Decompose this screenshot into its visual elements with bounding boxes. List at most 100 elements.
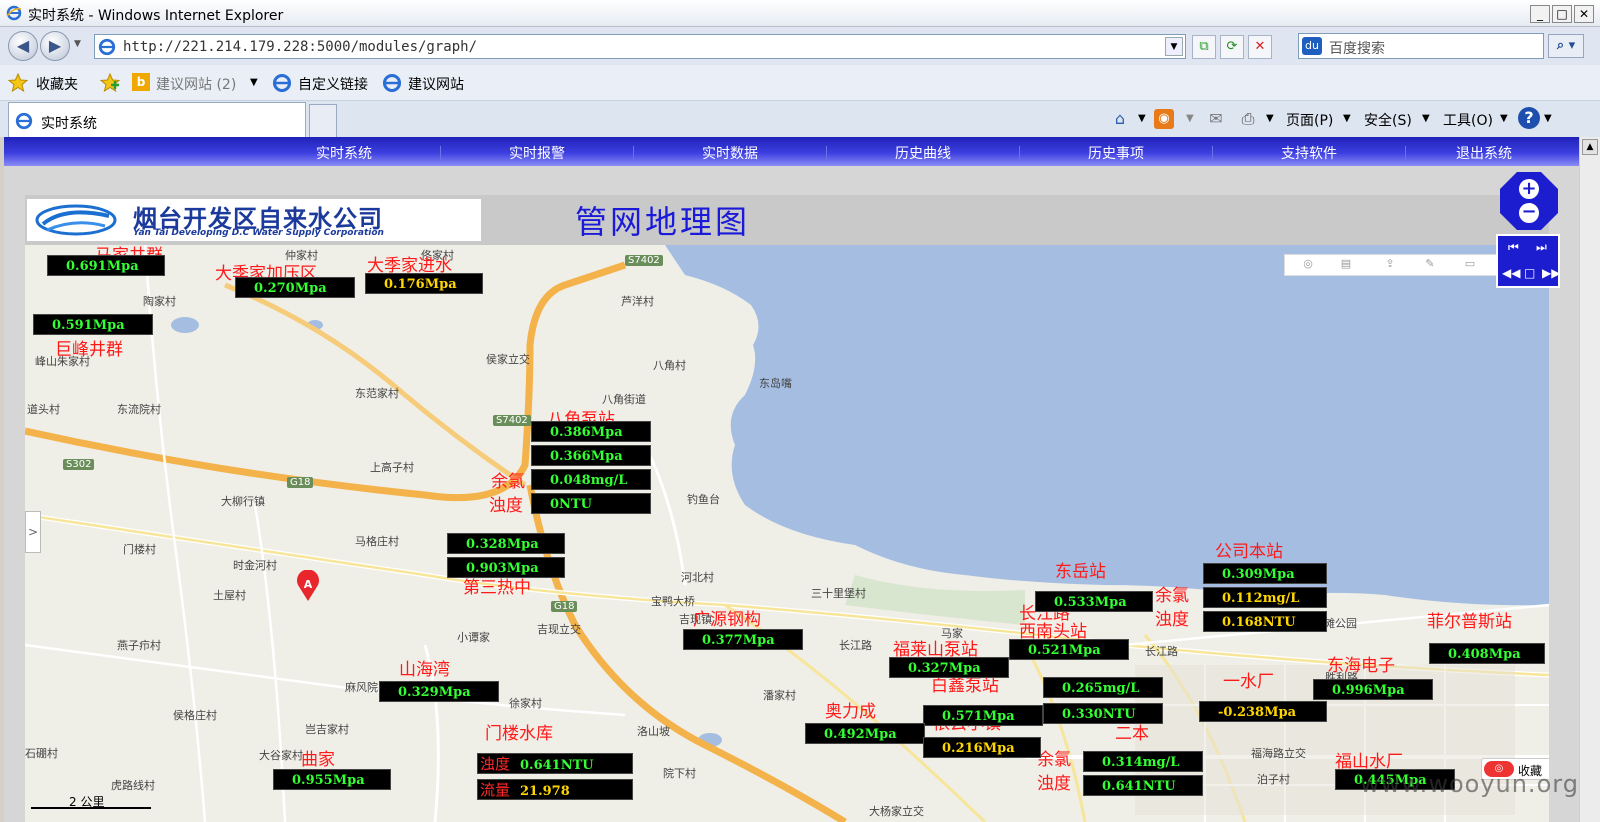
nav-history-events[interactable]: 历史事项	[1020, 143, 1212, 163]
station-readout[interactable]: 0NTU	[531, 493, 651, 514]
search-button[interactable]: ⌕ ▾	[1548, 34, 1584, 58]
reservoir-turbidity-readout[interactable]: 浊度 0.641NTU	[477, 753, 633, 774]
nav-realtime-system[interactable]: 实时系统	[248, 143, 440, 163]
search-input[interactable]: du 百度搜索	[1298, 33, 1544, 59]
stop-icon[interactable]: ✕	[1248, 35, 1272, 59]
map-search-icon[interactable]: ◎	[1299, 257, 1317, 273]
help-icon[interactable]: ?	[1518, 107, 1540, 129]
stop-square-icon[interactable]: □	[1524, 266, 1535, 280]
station-readout[interactable]: 0.591Mpa	[33, 314, 153, 335]
station-readout[interactable]: 0.641NTU	[1083, 775, 1203, 796]
step-back-icon[interactable]: ◀◀	[1502, 266, 1520, 280]
station-readout[interactable]: 0.327Mpa	[889, 657, 1009, 678]
station-label-donghaidianzi[interactable]: 东海电子	[1327, 657, 1395, 675]
station-label-jufengjingqun[interactable]: 巨峰井群	[55, 341, 123, 359]
station-readout[interactable]: 0.330NTU	[1043, 703, 1163, 724]
url-text[interactable]: http://221.214.179.228:5000/modules/grap…	[123, 39, 477, 55]
station-readout[interactable]: 0.168NTU	[1203, 611, 1327, 632]
station-readout[interactable]: 0.265mg/L	[1043, 677, 1163, 698]
map-print-icon[interactable]: ▭	[1461, 257, 1479, 273]
station-label-yishuichang[interactable]: 一水厂	[1223, 673, 1274, 691]
new-tab-button[interactable]	[309, 104, 337, 137]
zoom-in-button[interactable]: +	[1518, 178, 1540, 200]
station-label-zhuodu1[interactable]: 浊度	[489, 497, 523, 515]
station-readout[interactable]: 0.329Mpa	[379, 681, 499, 702]
feeds-icon[interactable]: ◉	[1154, 109, 1174, 129]
print-dropdown-icon[interactable]: ▼	[1266, 113, 1274, 124]
station-readout[interactable]: 0.386Mpa	[531, 421, 651, 442]
address-bar[interactable]: http://221.214.179.228:5000/modules/grap…	[94, 34, 1186, 59]
tools-menu[interactable]: 工具(O)	[1443, 110, 1493, 130]
station-label-zhuodu3[interactable]: 浊度	[1037, 775, 1071, 793]
station-label-dongyuezhan[interactable]: 东岳站	[1055, 563, 1106, 581]
nav-realtime-alarm[interactable]: 实时报警	[441, 143, 633, 163]
station-label-disanrezhong[interactable]: 第三热中	[463, 579, 531, 597]
station-readout[interactable]: 0.903Mpa	[447, 557, 565, 578]
expand-panel-button[interactable]: >	[25, 511, 41, 553]
station-label-aolicheng[interactable]: 奥力成	[825, 703, 876, 721]
history-dropdown-icon[interactable]: ▼	[74, 39, 81, 49]
home-icon[interactable]: ⌂	[1108, 107, 1132, 131]
first-frame-icon[interactable]: ⏮	[1508, 240, 1519, 255]
station-label-zhuodu2[interactable]: 浊度	[1155, 611, 1189, 629]
station-label-dongyuanbengzhan[interactable]: 白鑫泵站	[931, 677, 999, 695]
help-dropdown-icon[interactable]: ▼	[1544, 113, 1552, 124]
station-label-guangyuangangguo[interactable]: 广源钢构	[693, 611, 761, 629]
scroll-up-icon[interactable]: ▲	[1582, 139, 1598, 155]
station-label-yulv3[interactable]: 余氯	[1037, 751, 1071, 769]
refresh-icon[interactable]: ⟳	[1220, 35, 1244, 59]
map-measure-icon[interactable]: ✎	[1421, 257, 1439, 273]
station-readout[interactable]: 0.216Mpa	[923, 737, 1041, 758]
nav-realtime-data[interactable]: 实时数据	[634, 143, 826, 163]
nav-logout[interactable]: 退出系统	[1388, 143, 1580, 163]
mail-icon[interactable]: ✉	[1204, 107, 1228, 131]
station-readout[interactable]: 0.571Mpa	[923, 705, 1043, 726]
feeds-dropdown-icon[interactable]: ▼	[1186, 113, 1194, 124]
close-window-button[interactable]: ✕	[1574, 5, 1594, 23]
map-layer-icon[interactable]: ▤	[1337, 257, 1355, 273]
nav-history-curve[interactable]: 历史曲线	[827, 143, 1019, 163]
station-readout[interactable]: 0.377Mpa	[683, 629, 803, 650]
reservoir-flow-readout[interactable]: 流量 21.978	[477, 779, 633, 800]
station-readout[interactable]: 0.691Mpa	[47, 255, 165, 276]
station-readout[interactable]: 0.955Mpa	[273, 769, 391, 790]
station-readout[interactable]: 0.176Mpa	[365, 273, 483, 294]
station-readout[interactable]: 0.533Mpa	[1035, 591, 1153, 612]
station-readout[interactable]: -0.238Mpa	[1199, 701, 1327, 722]
station-readout[interactable]: 0.048mg/L	[531, 469, 651, 490]
station-readout[interactable]: 0.408Mpa	[1429, 643, 1545, 664]
zoom-out-button[interactable]: −	[1518, 202, 1540, 224]
minimize-button[interactable]: _	[1530, 5, 1550, 23]
station-readout[interactable]: 0.309Mpa	[1203, 563, 1327, 584]
station-readout[interactable]: 0.366Mpa	[531, 445, 651, 466]
vertical-scrollbar[interactable]: ▲	[1579, 137, 1600, 822]
back-button[interactable]: ◀	[8, 31, 38, 61]
station-label-yulv1[interactable]: 余氯	[491, 473, 525, 491]
station-label-yulv2[interactable]: 余氯	[1155, 587, 1189, 605]
station-label-qujia[interactable]: 曲家	[301, 751, 335, 769]
nav-support-software[interactable]: 支持软件	[1213, 143, 1405, 163]
station-readout[interactable]: 0.112mg/L	[1203, 587, 1327, 608]
station-readout[interactable]: 0.521Mpa	[1009, 639, 1129, 660]
page-menu[interactable]: 页面(P)	[1286, 110, 1333, 130]
location-pin-icon[interactable]: A	[295, 570, 321, 602]
favorites-star-icon[interactable]	[8, 73, 28, 93]
compatibility-view-icon[interactable]: ⧉	[1192, 35, 1216, 59]
station-label-gongsibenzhan[interactable]: 公司本站	[1215, 543, 1283, 561]
print-icon[interactable]: ⎙	[1236, 107, 1260, 131]
favorites-button[interactable]: 收藏夹	[36, 74, 78, 94]
address-dropdown-icon[interactable]: ▼	[1165, 37, 1183, 56]
station-label-shanhaiwan[interactable]: 山海湾	[399, 661, 450, 679]
station-readout[interactable]: 0.270Mpa	[235, 277, 355, 298]
safety-menu[interactable]: 安全(S)	[1364, 110, 1412, 130]
last-frame-icon[interactable]: ⏭	[1536, 240, 1547, 255]
pipe-network-map[interactable]: ◎ ▤ ⇪ ✎ ▭ ▾ > A 2 公里 仲家村佟家村芦洋村陶家村侯家立交八角村…	[25, 245, 1549, 822]
station-label-feierpusisi[interactable]: 菲尔普斯站	[1427, 613, 1512, 631]
station-readout[interactable]: 0.314mg/L	[1083, 751, 1203, 772]
add-favorite-icon[interactable]	[100, 73, 120, 93]
step-forward-icon[interactable]: ▶▶	[1542, 266, 1560, 280]
station-label-ermaa[interactable]: 二本	[1115, 725, 1149, 743]
custom-links-link[interactable]: 自定义链接	[298, 74, 368, 94]
map-share-icon[interactable]: ⇪	[1381, 257, 1399, 273]
tab-realtime-system[interactable]: 实时系统	[8, 102, 306, 137]
